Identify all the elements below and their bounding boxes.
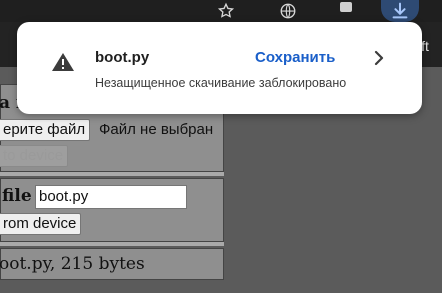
download-panel-label: file [2,186,32,206]
save-anyway-button[interactable]: Сохранить [255,49,335,66]
bookmark-star-icon[interactable] [214,0,238,22]
browser-toolbar [0,0,442,22]
upload-to-device-button[interactable]: to device [0,145,69,167]
extensions-icon[interactable] [336,0,356,22]
choose-file-button[interactable]: ерите файл [0,119,91,141]
download-bubble: boot.py Незащищенное скачивание заблокир… [17,22,422,114]
status-panel: oot.py, 215 bytes [0,248,224,280]
download-status-text: Незащищенное скачивание заблокировано [95,76,347,90]
no-file-selected-text: Файл не выбран [99,121,214,138]
download-button[interactable] [381,0,419,22]
panel-divider [0,242,224,246]
file-status-text: oot.py, 215 bytes [0,254,145,274]
download-from-device-button[interactable]: rom device [0,213,82,235]
warning-icon [52,53,74,71]
download-filename: boot.py [95,49,150,66]
filename-input[interactable]: boot.py [35,185,187,209]
translate-globe-icon[interactable] [276,0,300,22]
download-panel: file boot.py rom device [0,178,224,242]
chevron-right-icon[interactable] [372,50,386,66]
panel-divider [0,172,224,176]
